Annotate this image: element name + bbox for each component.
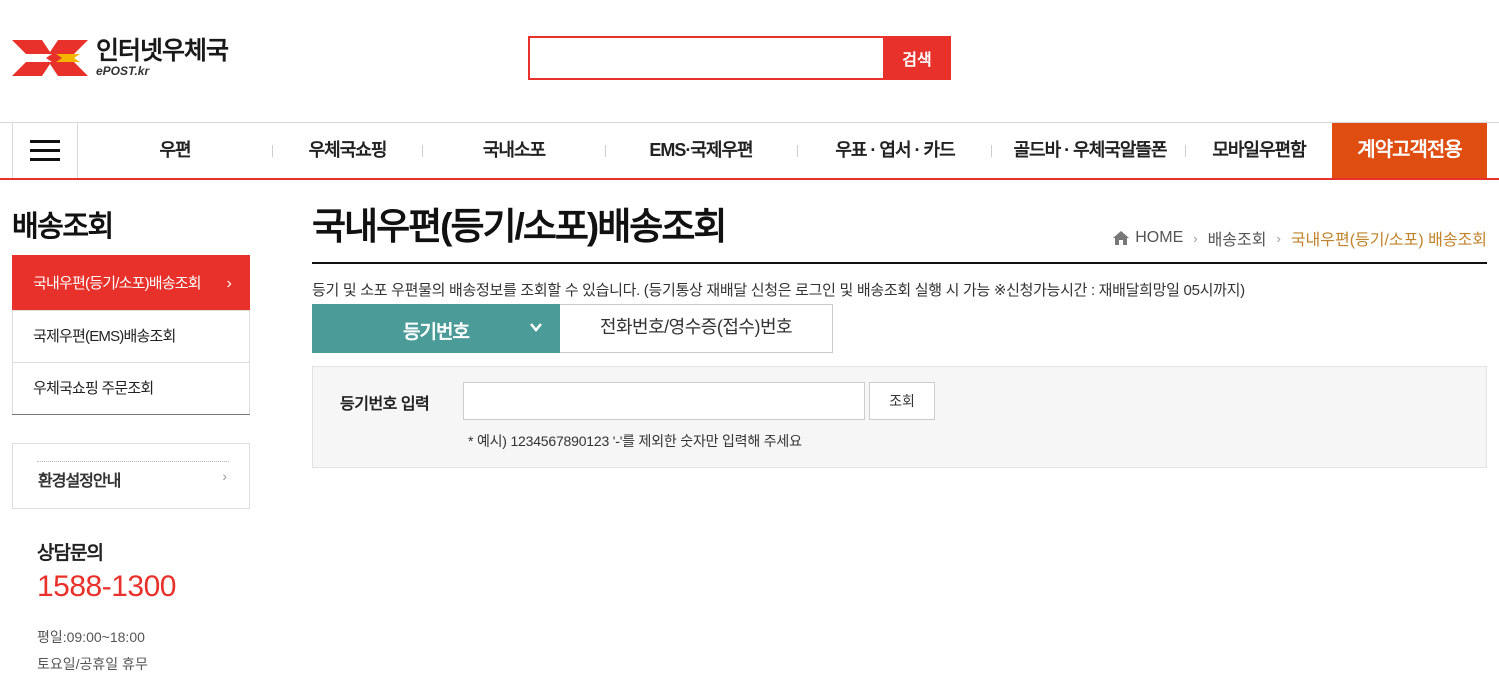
global-nav: 우편 우체국쇼핑 국내소포 EMS·국제우편 우표 · 엽서 · 카드 골드바 … <box>0 122 1499 180</box>
gnb-divider <box>797 145 798 157</box>
gnb-divider <box>991 145 992 157</box>
logo-title: 인터넷우체국 <box>96 37 229 65</box>
chevron-right-icon: › <box>1276 230 1281 246</box>
breadcrumb: HOME › 배송조회 › 국내우편(등기/소포) 배송조회 <box>1112 226 1487 250</box>
breadcrumb-level1[interactable]: 배송조회 <box>1208 226 1267 250</box>
title-divider <box>312 262 1487 264</box>
page-description: 등기 및 소포 우편물의 배송정보를 조회할 수 있습니다. (등기통상 재배달… <box>312 282 1245 299</box>
tab-registered-number[interactable]: 등기번호 <box>312 304 560 353</box>
query-form: 등기번호 입력 조회 * 예시) 1234567890123 '-'를 제외한 … <box>312 366 1487 468</box>
chevron-down-icon <box>530 323 542 332</box>
chevron-right-icon: › <box>1193 230 1198 246</box>
sidebar-item-label: 국제우편(EMS)배송조회 <box>33 328 176 345</box>
cs-hours-weekday: 평일:09:00~18:00 <box>37 629 145 645</box>
sidebar-title: 배송조회 <box>12 211 114 243</box>
gnb-item-mail[interactable]: 우편 <box>120 123 230 178</box>
tab-phone-receipt-number[interactable]: 전화번호/영수증(접수)번호 <box>560 304 833 353</box>
query-button[interactable]: 조회 <box>869 382 935 420</box>
gnb-item-ems[interactable]: EMS·국제우편 <box>630 123 772 178</box>
chevron-right-icon: › <box>226 275 231 292</box>
home-icon[interactable] <box>1112 230 1130 246</box>
sidebar-item-label: 우체국쇼핑 주문조회 <box>33 380 154 397</box>
env-settings-link[interactable]: 환경설정안내 › <box>12 443 250 509</box>
search-bar: 검색 <box>528 36 951 80</box>
search-button[interactable]: 검색 <box>883 36 951 80</box>
gnb-divider <box>1185 145 1186 157</box>
header: 인터넷우체국 ePOST.kr 검색 <box>0 0 1499 122</box>
menu-button[interactable] <box>12 123 78 178</box>
sidebar-menu: 국내우편(등기/소포)배송조회 › 국제우편(EMS)배송조회 우체국쇼핑 주문… <box>12 255 250 415</box>
breadcrumb-home[interactable]: HOME <box>1135 229 1183 247</box>
gnb-divider <box>605 145 606 157</box>
query-hint: * 예시) 1234567890123 '-'를 제외한 숫자만 입력해 주세요 <box>468 433 802 449</box>
registered-number-input[interactable] <box>463 382 865 420</box>
hamburger-icon <box>30 139 60 162</box>
page-title: 국내우편(등기/소포)배송조회 <box>312 206 727 247</box>
gnb-item-mobile-mailbox[interactable]: 모바일우편함 <box>1195 123 1323 178</box>
logo-subtitle: ePOST.kr <box>96 64 150 78</box>
gnb-item-shopping[interactable]: 우체국쇼핑 <box>290 123 405 178</box>
sidebar-item-ems[interactable]: 국제우편(EMS)배송조회 <box>12 310 250 362</box>
tab-label: 등기번호 <box>403 322 470 343</box>
cs-title: 상담문의 <box>37 543 104 564</box>
breadcrumb-current: 국내우편(등기/소포) 배송조회 <box>1290 232 1487 249</box>
contract-customer-button[interactable]: 계약고객전용 <box>1332 123 1487 178</box>
gnb-divider <box>422 145 423 157</box>
cs-hours-weekend: 토요일/공휴일 휴무 <box>37 656 148 672</box>
epost-logo[interactable]: 인터넷우체국 ePOST.kr <box>12 36 229 80</box>
sidebar-item-domestic[interactable]: 국내우편(등기/소포)배송조회 › <box>12 255 250 310</box>
sidebar-item-label: 국내우편(등기/소포)배송조회 <box>33 275 202 292</box>
search-input[interactable] <box>528 36 883 80</box>
gnb-divider <box>272 145 273 157</box>
query-label: 등기번호 입력 <box>340 396 430 413</box>
chevron-right-icon: › <box>222 468 227 484</box>
divider <box>37 461 229 462</box>
cs-phone: 1588-1300 <box>37 570 176 603</box>
sidebar-item-shopping-order[interactable]: 우체국쇼핑 주문조회 <box>12 362 250 414</box>
gnb-item-stamps[interactable]: 우표 · 엽서 · 카드 <box>815 123 975 178</box>
env-settings-label: 환경설정안내 <box>38 473 121 490</box>
gnb-item-goldbar[interactable]: 골드바 · 우체국알뜰폰 <box>1000 123 1180 178</box>
epost-logo-icon <box>12 40 88 76</box>
gnb-item-parcel[interactable]: 국내소포 <box>455 123 573 178</box>
